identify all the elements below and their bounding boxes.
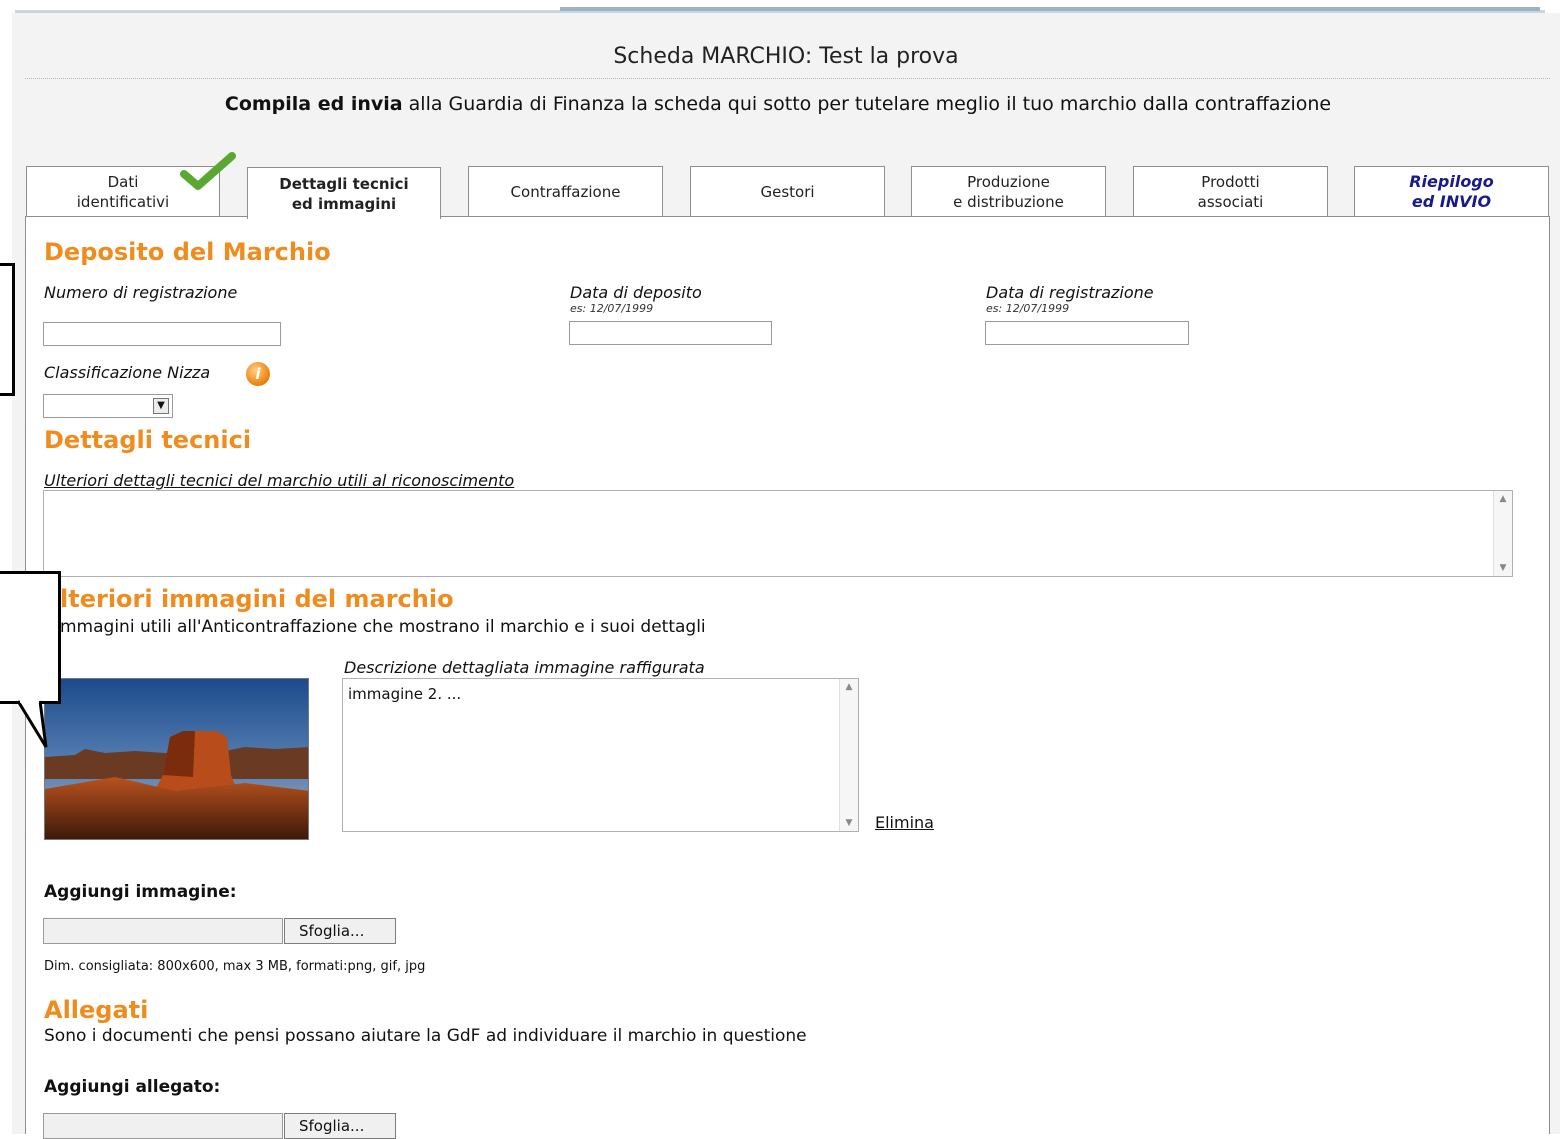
data-deposito-label: Data di deposito bbox=[570, 283, 702, 302]
top-divider-accent bbox=[560, 7, 1540, 11]
tab-content bbox=[25, 216, 1550, 1134]
scroll-up-icon[interactable]: ▲ bbox=[1494, 491, 1512, 507]
section-heading-dettagli: Dettagli tecnici bbox=[44, 426, 252, 454]
tab-label-line2: e distribuzione bbox=[953, 192, 1064, 211]
immagine-hint: Dim. consigliata: 800x600, max 3 MB, for… bbox=[44, 959, 426, 974]
title-divider bbox=[25, 78, 1550, 79]
data-deposito-input[interactable] bbox=[569, 321, 772, 345]
tab-label-line1: Prodotti bbox=[1201, 172, 1260, 191]
data-registrazione-hint: es: 12/07/1999 bbox=[986, 302, 1070, 315]
subtitle-bold: Compila ed invia bbox=[224, 93, 403, 115]
immagini-description: mmagini utili all'Anticontraffazione che… bbox=[60, 617, 706, 637]
aggiungi-immagine-label: Aggiungi immagine: bbox=[44, 882, 237, 902]
callout-box-bottom bbox=[0, 571, 61, 704]
tab-label-line1: Riepilogo bbox=[1409, 171, 1494, 191]
info-icon[interactable]: i bbox=[246, 362, 270, 386]
scroll-down-icon[interactable]: ▼ bbox=[840, 815, 858, 831]
page-title: Scheda MARCHIO: Test la prova bbox=[613, 44, 959, 69]
checkmark-icon bbox=[180, 152, 236, 190]
tab-riepilogo-invio[interactable]: Riepilogo ed INVIO bbox=[1354, 166, 1549, 216]
tab-contraffazione[interactable]: Contraffazione bbox=[468, 166, 663, 216]
section-heading-deposito: Deposito del Marchio bbox=[44, 238, 331, 266]
scrollbar[interactable]: ▲ ▼ bbox=[1493, 491, 1512, 576]
tab-label-line1: Dati bbox=[107, 172, 139, 191]
sfoglia-immagine-button[interactable]: Sfoglia... bbox=[284, 918, 396, 944]
section-heading-allegati: Allegati bbox=[44, 996, 149, 1024]
tab-dettagli-tecnici[interactable]: Dettagli tecnici ed immagini bbox=[247, 167, 441, 219]
scroll-up-icon[interactable]: ▲ bbox=[840, 679, 858, 695]
scroll-down-icon[interactable]: ▼ bbox=[1494, 560, 1512, 576]
data-deposito-hint: es: 12/07/1999 bbox=[570, 302, 654, 315]
desert-image bbox=[45, 679, 308, 839]
aggiungi-allegato-label: Aggiungi allegato: bbox=[44, 1077, 221, 1097]
tab-label-line1: Contraffazione bbox=[510, 182, 621, 201]
tab-label-line2: ed immagini bbox=[291, 194, 397, 213]
immagine-file-input[interactable] bbox=[43, 918, 283, 944]
textarea-value: immagine 2. ... bbox=[348, 685, 462, 703]
classificazione-nizza-label: Classificazione Nizza bbox=[44, 363, 211, 382]
allegato-file-input[interactable] bbox=[43, 1113, 283, 1139]
callout-box-top bbox=[0, 263, 15, 396]
page-subtitle: Compila ed invia alla Guardia di Finanza… bbox=[0, 93, 1556, 115]
marchio-image-thumbnail[interactable] bbox=[44, 678, 309, 840]
numero-registrazione-input[interactable] bbox=[43, 322, 281, 346]
data-registrazione-input[interactable] bbox=[985, 321, 1189, 345]
tab-produzione[interactable]: Produzione e distribuzione bbox=[911, 166, 1106, 216]
sfoglia-allegato-button[interactable]: Sfoglia... bbox=[284, 1113, 396, 1139]
tab-label-line1: Produzione bbox=[967, 172, 1050, 191]
tab-label-line1: Gestori bbox=[760, 182, 815, 201]
numero-registrazione-label: Numero di registrazione bbox=[44, 283, 238, 302]
chevron-down-icon[interactable]: ▼ bbox=[153, 398, 169, 414]
tab-gestori[interactable]: Gestori bbox=[690, 166, 885, 216]
elimina-link[interactable]: Elimina bbox=[875, 813, 934, 832]
callout-pointer bbox=[16, 700, 48, 748]
classificazione-nizza-select[interactable]: ▼ bbox=[43, 394, 173, 418]
tab-label-line2: identificativi bbox=[76, 192, 170, 211]
tab-label-line2: ed INVIO bbox=[1411, 191, 1492, 211]
descrizione-immagine-textarea[interactable]: immagine 2. ... ▲ ▼ bbox=[342, 678, 859, 832]
data-registrazione-label: Data di registrazione bbox=[986, 283, 1154, 302]
dettagli-label: Ulteriori dettagli tecnici del marchio u… bbox=[44, 471, 515, 490]
scrollbar[interactable]: ▲ ▼ bbox=[839, 679, 858, 831]
dettagli-textarea[interactable]: ▲ ▼ bbox=[43, 490, 1513, 577]
tab-prodotti-associati[interactable]: Prodotti associati bbox=[1133, 166, 1328, 216]
tab-label-line2: associati bbox=[1197, 192, 1264, 211]
section-heading-immagini: lteriori immagini del marchio bbox=[60, 585, 454, 613]
allegati-description: Sono i documenti che pensi possano aiuta… bbox=[44, 1026, 807, 1046]
tab-label-line1: Dettagli tecnici bbox=[279, 174, 409, 193]
descrizione-immagine-label: Descrizione dettagliata immagine raffigu… bbox=[344, 658, 705, 677]
subtitle-text: alla Guardia di Finanza la scheda qui so… bbox=[402, 93, 1332, 115]
